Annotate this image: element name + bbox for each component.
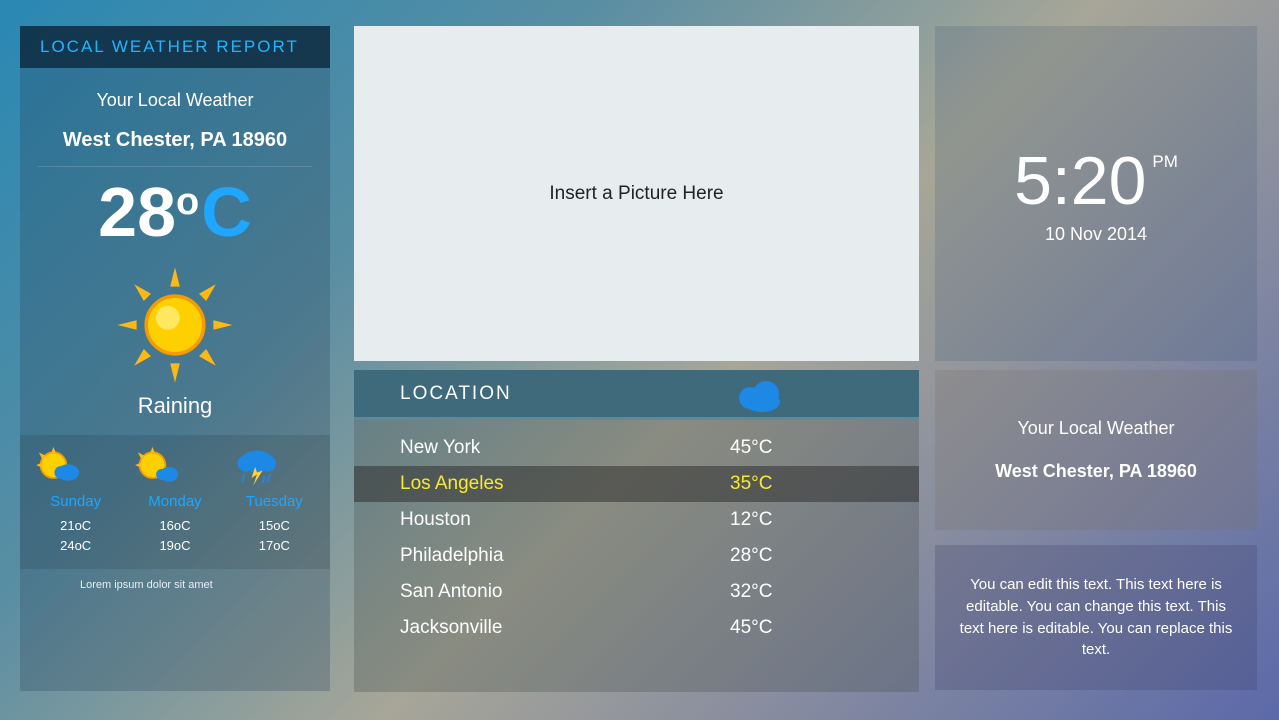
left-weather-panel: LOCAL WEATHER REPORT Your Local Weather … xyxy=(20,26,330,691)
current-condition: Raining xyxy=(20,393,330,419)
left-subtitle: Your Local Weather xyxy=(20,90,330,111)
location-row[interactable]: Los Angeles35°C xyxy=(354,466,919,502)
location-temp: 32°C xyxy=(730,581,772,603)
clock-time: 5:20 xyxy=(1014,142,1146,220)
picture-placeholder[interactable]: Insert a Picture Here xyxy=(354,26,919,361)
forecast-temps: 15oC17oC xyxy=(229,516,319,555)
sun-cloud-icon xyxy=(130,445,220,489)
location-row[interactable]: Philadelphia28°C xyxy=(354,538,919,574)
forecast-day: Sunday xyxy=(31,493,121,510)
location-header-label: LOCATION xyxy=(400,383,512,405)
location-city: Los Angeles xyxy=(400,473,730,495)
location-city: Philadelphia xyxy=(400,545,730,567)
location-city: New York xyxy=(400,437,730,459)
left-footnote: Lorem ipsum dolor sit amet xyxy=(80,579,330,591)
right-location: West Chester, PA 18960 xyxy=(995,461,1197,482)
forecast-item[interactable]: Monday 16oC19oC xyxy=(130,445,220,555)
forecast-temps: 16oC19oC xyxy=(130,516,220,555)
sun-cloud-icon xyxy=(31,445,121,489)
picture-placeholder-label: Insert a Picture Here xyxy=(549,183,723,205)
forecast-item[interactable]: Sunday 21oC24oC xyxy=(31,445,121,555)
temp-value: 28 xyxy=(98,177,176,247)
temp-unit: C xyxy=(201,177,252,247)
temp-degree: o xyxy=(176,183,199,221)
sun-icon xyxy=(20,265,330,385)
location-temp: 45°C xyxy=(730,437,772,459)
location-row[interactable]: Houston12°C xyxy=(354,502,919,538)
location-row[interactable]: New York45°C xyxy=(354,430,919,466)
location-header: LOCATION xyxy=(354,370,919,420)
clock-date: 10 Nov 2014 xyxy=(1045,224,1147,245)
location-temp: 35°C xyxy=(730,473,772,495)
forecast-temps: 21oC24oC xyxy=(31,516,121,555)
current-temperature: 28 o C xyxy=(20,177,330,247)
forecast-day: Tuesday xyxy=(229,493,319,510)
storm-icon xyxy=(229,445,319,489)
left-panel-title: LOCAL WEATHER REPORT xyxy=(20,26,330,68)
location-row[interactable]: Jacksonville45°C xyxy=(354,610,919,646)
forecast-day: Monday xyxy=(130,493,220,510)
location-city: Jacksonville xyxy=(400,617,730,639)
right-location-panel: Your Local Weather West Chester, PA 1896… xyxy=(935,370,1257,530)
location-city: San Antonio xyxy=(400,581,730,603)
right-note-panel: You can edit this text. This text here i… xyxy=(935,545,1257,690)
location-temp: 28°C xyxy=(730,545,772,567)
forecast-row: Sunday 21oC24oC Monday 16oC19oC xyxy=(20,435,330,569)
cloud-icon xyxy=(734,378,784,412)
location-temp: 12°C xyxy=(730,509,772,531)
location-temp: 45°C xyxy=(730,617,772,639)
location-city: Houston xyxy=(400,509,730,531)
forecast-item[interactable]: Tuesday 15oC17oC xyxy=(229,445,319,555)
right-subtitle: Your Local Weather xyxy=(1017,418,1174,439)
location-list: New York45°CLos Angeles35°CHouston12°CPh… xyxy=(354,420,919,692)
left-location: West Chester, PA 18960 xyxy=(38,129,312,167)
clock-panel: 5:20 PM 10 Nov 2014 xyxy=(935,26,1257,361)
clock-ampm: PM xyxy=(1152,152,1178,172)
location-row[interactable]: San Antonio32°C xyxy=(354,574,919,610)
right-note-text[interactable]: You can edit this text. This text here i… xyxy=(957,574,1235,661)
